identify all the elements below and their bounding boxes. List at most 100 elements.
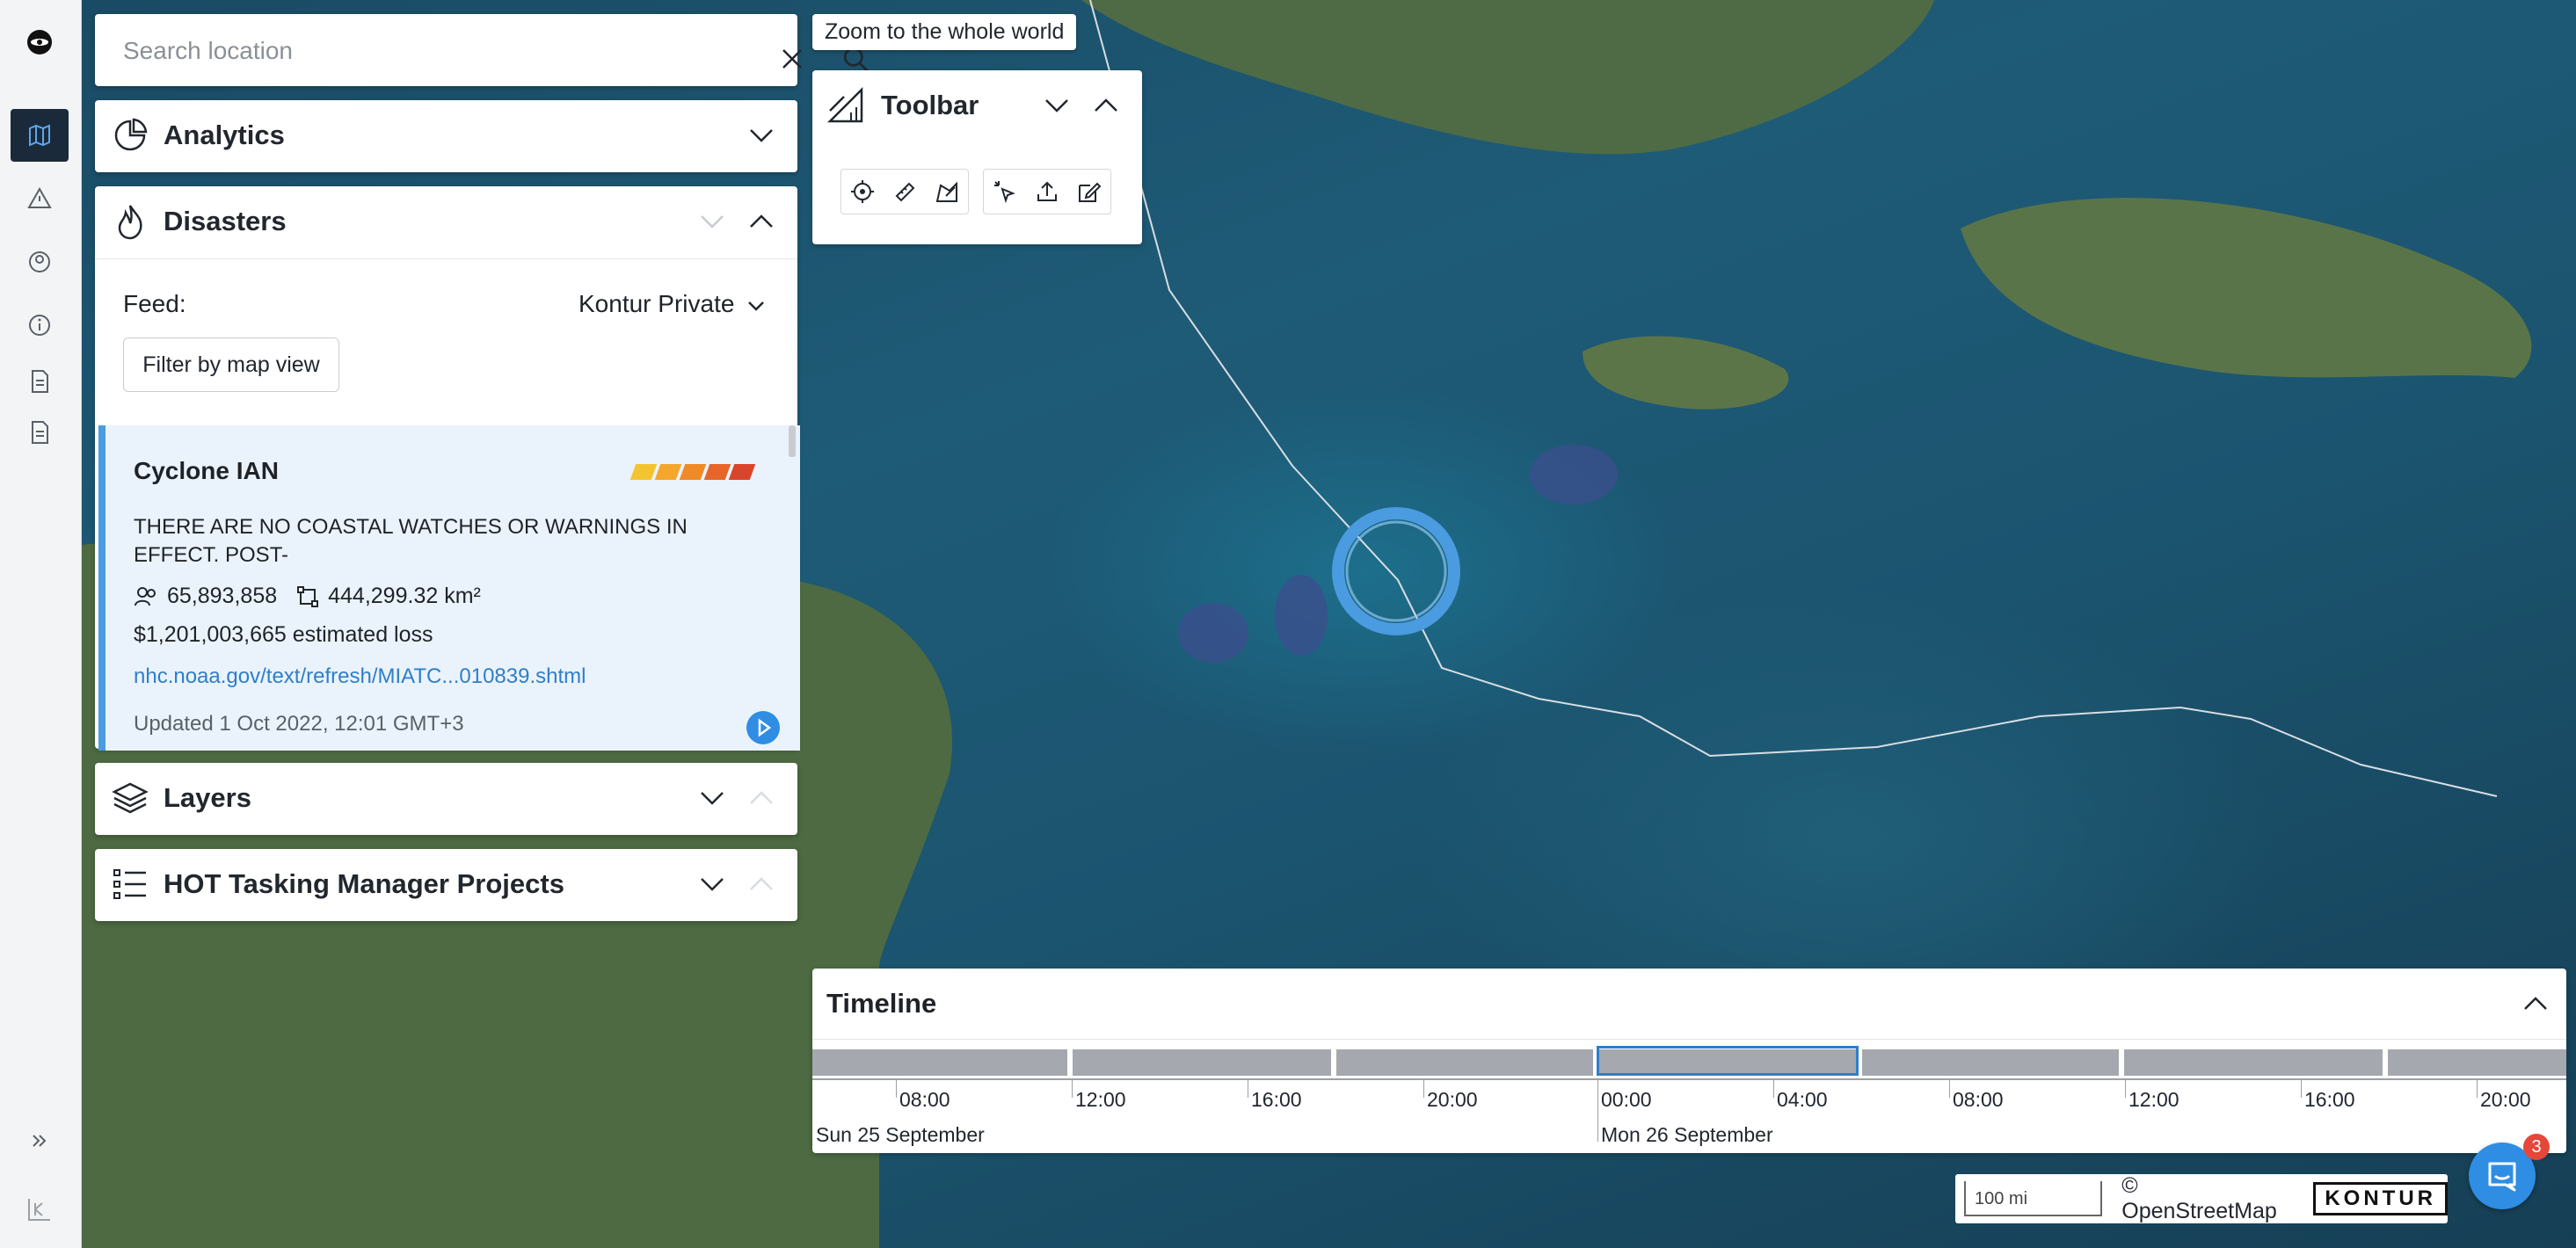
ruler-icon[interactable] (884, 171, 926, 213)
chevron-up-icon[interactable] (1090, 90, 1122, 121)
chevron-up-icon[interactable] (746, 206, 777, 237)
land-jamaica (1583, 336, 1789, 410)
chevron-up-icon[interactable] (746, 782, 777, 814)
toolbar-group-2 (983, 169, 1111, 214)
chevron-down-icon[interactable] (746, 295, 767, 316)
reef (1275, 575, 1328, 656)
task-list-icon (113, 869, 146, 899)
toolbar-group-1 (840, 169, 969, 214)
chevron-down-icon[interactable] (746, 120, 777, 151)
analytics-title: Analytics (164, 120, 285, 150)
event-stats: 65,893,858 444,299.32 km² (134, 584, 481, 609)
layers-header[interactable]: Layers (95, 763, 797, 833)
timeline-segment[interactable] (2388, 1049, 2566, 1076)
toolbar-title: Toolbar (881, 90, 979, 120)
timeline-title: Timeline (826, 988, 937, 1019)
timeline-segment[interactable] (1862, 1049, 2119, 1076)
expand-sidebar-icon[interactable] (11, 1114, 69, 1167)
chat-icon (2488, 1162, 2516, 1192)
locate-icon[interactable] (841, 171, 884, 213)
event-source-link[interactable]: nhc.noaa.gov/text/refresh/MIATC...010839… (134, 664, 586, 689)
timeline-hour-label: 00:00 (1601, 1088, 1652, 1111)
chevron-down-icon[interactable] (1041, 90, 1073, 121)
timeline-axis (812, 1078, 2566, 1080)
search-panel (95, 14, 869, 86)
map-attribution: 100 mi © OpenStreetMap KONTUR (1955, 1173, 2448, 1224)
disasters-header[interactable]: Disasters (95, 186, 797, 257)
feed-label: Feed: (123, 290, 186, 317)
chevron-down-icon[interactable] (696, 868, 728, 900)
scale-indicator: 100 mi (1964, 1181, 2103, 1216)
edit-icon[interactable] (1068, 171, 1110, 213)
layers-panel: Layers (95, 763, 797, 835)
warning-icon[interactable] (11, 172, 69, 225)
close-icon[interactable] (779, 46, 805, 72)
timeline-day-label: Sun 25 September (816, 1123, 985, 1146)
timeline-selection[interactable] (1597, 1046, 1859, 1076)
pie-chart-icon (114, 118, 148, 151)
reef (1530, 445, 1618, 504)
timeline-hour-label: 20:00 (2480, 1088, 2531, 1111)
timeline-segment[interactable] (1073, 1049, 1331, 1076)
timeline-hour-label: 12:00 (1075, 1088, 1126, 1111)
disasters-panel: Disasters Feed: Kontur Private Filter by… (95, 186, 800, 751)
timeline-hour-label: 12:00 (2128, 1088, 2179, 1111)
timeline-panel: Timeline 08:00 12:00 16:00 20:00 00:00 0… (812, 969, 2566, 1153)
severity-indicator (629, 464, 756, 480)
chevron-down-icon[interactable] (696, 206, 728, 237)
map-icon[interactable] (11, 109, 69, 162)
chevron-down-icon[interactable] (696, 782, 728, 814)
hot-tasking-manager-title: HOT Tasking Manager Projects (164, 868, 564, 899)
timeline-segment[interactable] (2124, 1049, 2383, 1076)
event-title: Cyclone IAN (134, 457, 279, 484)
land-hispaniola (1961, 198, 2532, 378)
chevron-up-icon[interactable] (2520, 988, 2551, 1019)
document-icon[interactable] (11, 355, 69, 408)
chevron-up-icon[interactable] (746, 868, 777, 900)
event-description: THERE ARE NO COASTAL WATCHES OR WARNINGS… (134, 515, 688, 567)
info-icon[interactable] (11, 299, 69, 352)
cyclone-marker (1332, 507, 1460, 635)
fire-icon (118, 205, 142, 240)
timeline-hour-label: 16:00 (1251, 1088, 1302, 1111)
left-sidebar (0, 0, 82, 1248)
timeline-segment[interactable] (1336, 1049, 1593, 1076)
timeline-hour-label: 20:00 (1427, 1088, 1478, 1111)
reef (1178, 603, 1248, 663)
event-area: 444,299.32 km² (328, 584, 481, 608)
profile-icon[interactable] (11, 236, 69, 288)
timeline-hour-label: 08:00 (1953, 1088, 2004, 1111)
kontur-k-icon[interactable] (11, 1183, 69, 1236)
app-logo-icon[interactable] (11, 16, 69, 69)
filter-by-map-view-button[interactable]: Filter by map view (123, 337, 339, 392)
draw-polygon-icon[interactable] (926, 171, 968, 213)
select-pointer-icon[interactable] (984, 171, 1026, 213)
osm-attribution[interactable]: © OpenStreetMap (2121, 1173, 2296, 1224)
scrollbar-thumb[interactable] (789, 425, 796, 457)
cyclone-track (1089, 0, 2498, 797)
area-icon (297, 585, 319, 607)
event-population: 65,893,858 (167, 584, 278, 608)
toolbar-panel: Toolbar (812, 70, 1142, 244)
event-updated: Updated 1 Oct 2022, 12:01 GMT+3 (134, 712, 464, 736)
layers-title: Layers (164, 782, 251, 813)
kontur-logo[interactable]: KONTUR (2313, 1182, 2448, 1215)
hot-tasking-manager-header[interactable]: HOT Tasking Manager Projects (95, 849, 797, 919)
timeline-segment[interactable] (812, 1049, 1067, 1076)
timeline-hour-label: 08:00 (899, 1088, 950, 1111)
zoom-world-tooltip[interactable]: Zoom to the whole world (812, 14, 1077, 50)
timeline-hour-label: 04:00 (1777, 1088, 1828, 1111)
land-cuba (1081, 0, 1934, 155)
upload-icon[interactable] (1026, 171, 1068, 213)
analytics-panel: Analytics (95, 100, 797, 172)
analytics-header[interactable]: Analytics (95, 100, 797, 171)
disasters-title: Disasters (164, 206, 287, 236)
timeline-hour-label: 16:00 (2304, 1088, 2355, 1111)
event-card[interactable]: Cyclone IAN THERE ARE NO COASTAL WATCHES… (98, 425, 800, 751)
feed-select[interactable]: Kontur Private (579, 290, 734, 318)
play-icon[interactable] (746, 710, 781, 745)
search-input[interactable] (121, 33, 688, 69)
chat-notification-badge: 3 (2523, 1134, 2550, 1160)
document-icon[interactable] (11, 406, 69, 459)
ruler-pencil-icon (826, 86, 863, 123)
